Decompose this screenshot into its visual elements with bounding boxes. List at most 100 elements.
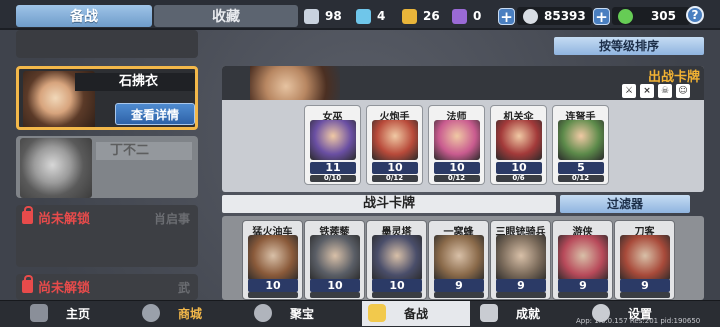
nav-battle[interactable]: 备战 [362, 301, 470, 326]
purple-card-icon [452, 8, 467, 24]
gem-icon [618, 8, 633, 24]
locked-text: 尚未解锁 [38, 281, 91, 296]
coins-box: 85393 [517, 7, 592, 25]
deck-card[interactable]: 机关伞 10 0/6 [490, 105, 547, 185]
card-level: 9 [558, 279, 608, 292]
hero-card-locked[interactable]: 尚未解锁 肖启事 [16, 205, 198, 267]
card-progress: 0/6 [512, 174, 525, 182]
card-progress: 0/10 [323, 174, 342, 182]
card-art [310, 235, 360, 281]
resource-purple: 0 [452, 6, 481, 26]
hero-card-locked[interactable]: 尚未解锁 武 [16, 274, 198, 300]
resource-blue-value: 4 [377, 9, 386, 23]
card-level: 10 [372, 279, 422, 292]
resource-gold: 26 [402, 6, 440, 26]
card-progress: 0/12 [447, 174, 466, 182]
hero-card-2[interactable]: 丁不二 [16, 136, 198, 198]
resource-blue: 4 [356, 6, 385, 26]
resource-coins: + 85393 [498, 6, 592, 26]
add-coins-button[interactable]: + [498, 7, 515, 25]
card-progress-bar [496, 292, 546, 298]
resource-silver-value: 98 [325, 9, 342, 23]
card-art [558, 235, 608, 281]
mask-icon[interactable]: ☺ [676, 84, 690, 98]
deck-icons: ⚔ × ☠ ☺ [622, 84, 690, 98]
sort-by-level-button[interactable]: 按等级排序 [554, 37, 704, 55]
nav-treasure[interactable]: 聚宝 [248, 301, 356, 326]
battle-card[interactable]: 猛火油车 10 [242, 220, 303, 300]
card-progress: 0/12 [385, 174, 404, 182]
battle-card[interactable]: 游侠 9 [552, 220, 613, 300]
blue-card-icon [356, 8, 371, 24]
card-level: 9 [434, 279, 484, 292]
card-level: 5 [558, 162, 604, 174]
deck-card[interactable]: 女巫 11 0/10 [304, 105, 361, 185]
card-level: 10 [496, 162, 542, 174]
nav-shop[interactable]: 商城 [136, 301, 244, 326]
card-progress-bar [620, 292, 670, 298]
skull-icon[interactable]: ☠ [658, 84, 672, 98]
add-gems-button[interactable]: + [593, 7, 610, 25]
nav-shop-label: 商城 [177, 307, 202, 321]
card-progress-bar [434, 292, 484, 298]
card-level: 10 [434, 162, 480, 174]
card-level: 10 [372, 162, 418, 174]
nav-achievements[interactable]: 成就 [474, 301, 582, 326]
tab-battle[interactable]: 备战 [16, 5, 152, 27]
nav-battle-label: 备战 [403, 307, 428, 321]
hero-list-item-partial[interactable] [16, 30, 198, 58]
tab-collection[interactable]: 收藏 [154, 5, 298, 27]
treasure-icon [254, 304, 272, 322]
gems-value: 305 [650, 9, 676, 23]
card-level: 10 [310, 279, 360, 292]
resource-silver: 98 [304, 6, 342, 26]
battle-card[interactable]: 墨灵塔 10 [366, 220, 427, 300]
coin-icon [523, 8, 538, 24]
card-progress-bar [558, 292, 608, 298]
resource-gold-value: 26 [423, 9, 440, 23]
locked-hero-name: 肖启事 [153, 212, 190, 226]
card-level: 10 [248, 279, 298, 292]
silver-card-icon [304, 8, 319, 24]
card-art [558, 120, 604, 160]
nav-achievements-label: 成就 [515, 307, 540, 321]
nav-home[interactable]: 主页 [24, 301, 132, 326]
hero-name: 石拂衣 [75, 73, 195, 91]
battle-card[interactable]: 刀客 9 [614, 220, 675, 300]
card-art [434, 120, 480, 160]
card-art [434, 235, 484, 281]
card-art [620, 235, 670, 281]
nav-home-label: 主页 [65, 307, 90, 321]
lock-icon [22, 275, 33, 293]
deck-card[interactable]: 法师 10 0/12 [428, 105, 485, 185]
gold-card-icon [402, 8, 417, 24]
card-art [496, 120, 542, 160]
deck-card[interactable]: 连弩手 5 0/12 [552, 105, 609, 185]
filter-button[interactable]: 过滤器 [560, 195, 690, 213]
locked-text: 尚未解锁 [38, 212, 91, 227]
battle-cards-header: 战斗卡牌 [222, 195, 556, 213]
card-level: 11 [310, 162, 356, 174]
card-art [248, 235, 298, 281]
battle-card[interactable]: 一窝蜂 9 [428, 220, 489, 300]
card-art [372, 120, 418, 160]
cards-icon [368, 304, 386, 322]
help-button[interactable]: ? [686, 6, 704, 24]
lock-icon [22, 206, 33, 224]
view-details-button[interactable]: 查看详情 [115, 103, 195, 125]
gems-box: 305 [612, 7, 690, 25]
card-art [310, 120, 356, 160]
deck-title: 出战卡牌 [647, 70, 700, 85]
battle-card[interactable]: 三眼铳骑兵 9 [490, 220, 551, 300]
deck-card[interactable]: 火炮手 10 0/12 [366, 105, 423, 185]
hero-banner-art [250, 66, 340, 100]
hero-card-selected[interactable]: 石拂衣 查看详情 [16, 66, 198, 130]
weapon-icon[interactable]: ⚔ [622, 84, 636, 98]
nav-treasure-label: 聚宝 [289, 307, 314, 321]
x3-icon[interactable]: × [640, 84, 654, 98]
resource-gems: + 305 [593, 6, 690, 26]
locked-hero-name: 武 [177, 281, 190, 295]
locked-label: 尚未解锁 [22, 275, 91, 296]
battle-card[interactable]: 铁蒺藜 10 [304, 220, 365, 300]
achievement-icon [480, 304, 498, 322]
